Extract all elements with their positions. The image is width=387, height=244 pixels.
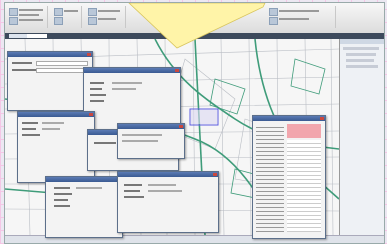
field-label xyxy=(12,69,36,71)
attribute-value-column xyxy=(287,140,321,232)
field-value xyxy=(112,82,142,84)
tree-item[interactable] xyxy=(346,65,378,68)
field-value xyxy=(148,190,182,192)
dialog-title xyxy=(253,116,325,121)
field-value xyxy=(122,140,158,142)
field-label xyxy=(124,190,140,192)
field-label xyxy=(124,184,142,186)
field-value xyxy=(42,128,60,130)
dialog-title xyxy=(18,112,94,117)
field-value xyxy=(42,122,64,124)
close-icon[interactable] xyxy=(89,113,93,116)
field-label xyxy=(54,205,70,207)
attribute-dialog-3[interactable] xyxy=(17,111,95,183)
close-icon[interactable] xyxy=(320,117,324,120)
field-value xyxy=(148,184,176,186)
field-value xyxy=(122,134,162,136)
field-value xyxy=(112,88,136,90)
attribute-dialog-4[interactable] xyxy=(45,176,123,238)
close-icon[interactable] xyxy=(213,173,217,176)
callout-banner xyxy=(128,3,266,49)
dialog-title xyxy=(84,68,180,73)
field-label xyxy=(54,187,70,189)
dialog-title xyxy=(118,124,184,129)
attribute-list-window[interactable] xyxy=(252,115,326,239)
field-label xyxy=(90,82,104,84)
field-label xyxy=(22,122,38,124)
close-icon[interactable] xyxy=(175,69,179,72)
close-icon[interactable] xyxy=(179,125,183,128)
property-dialog[interactable] xyxy=(117,123,185,159)
dialog-title xyxy=(118,172,218,177)
highlighted-values xyxy=(287,124,321,138)
field-input[interactable] xyxy=(36,68,88,73)
field-label xyxy=(54,193,72,195)
field-label xyxy=(90,100,104,102)
dialog-title xyxy=(46,177,122,182)
field-label xyxy=(124,196,144,198)
field-label xyxy=(90,94,106,96)
field-label xyxy=(22,128,36,130)
field-label xyxy=(54,199,68,201)
attribute-name-column xyxy=(256,124,284,232)
gis-application-window xyxy=(4,2,385,244)
field-label xyxy=(22,134,40,136)
field-label xyxy=(90,88,102,90)
layer-panel xyxy=(339,39,384,235)
field-value xyxy=(76,187,102,189)
attribute-dialog-5[interactable] xyxy=(117,171,219,233)
field-label xyxy=(94,142,116,144)
